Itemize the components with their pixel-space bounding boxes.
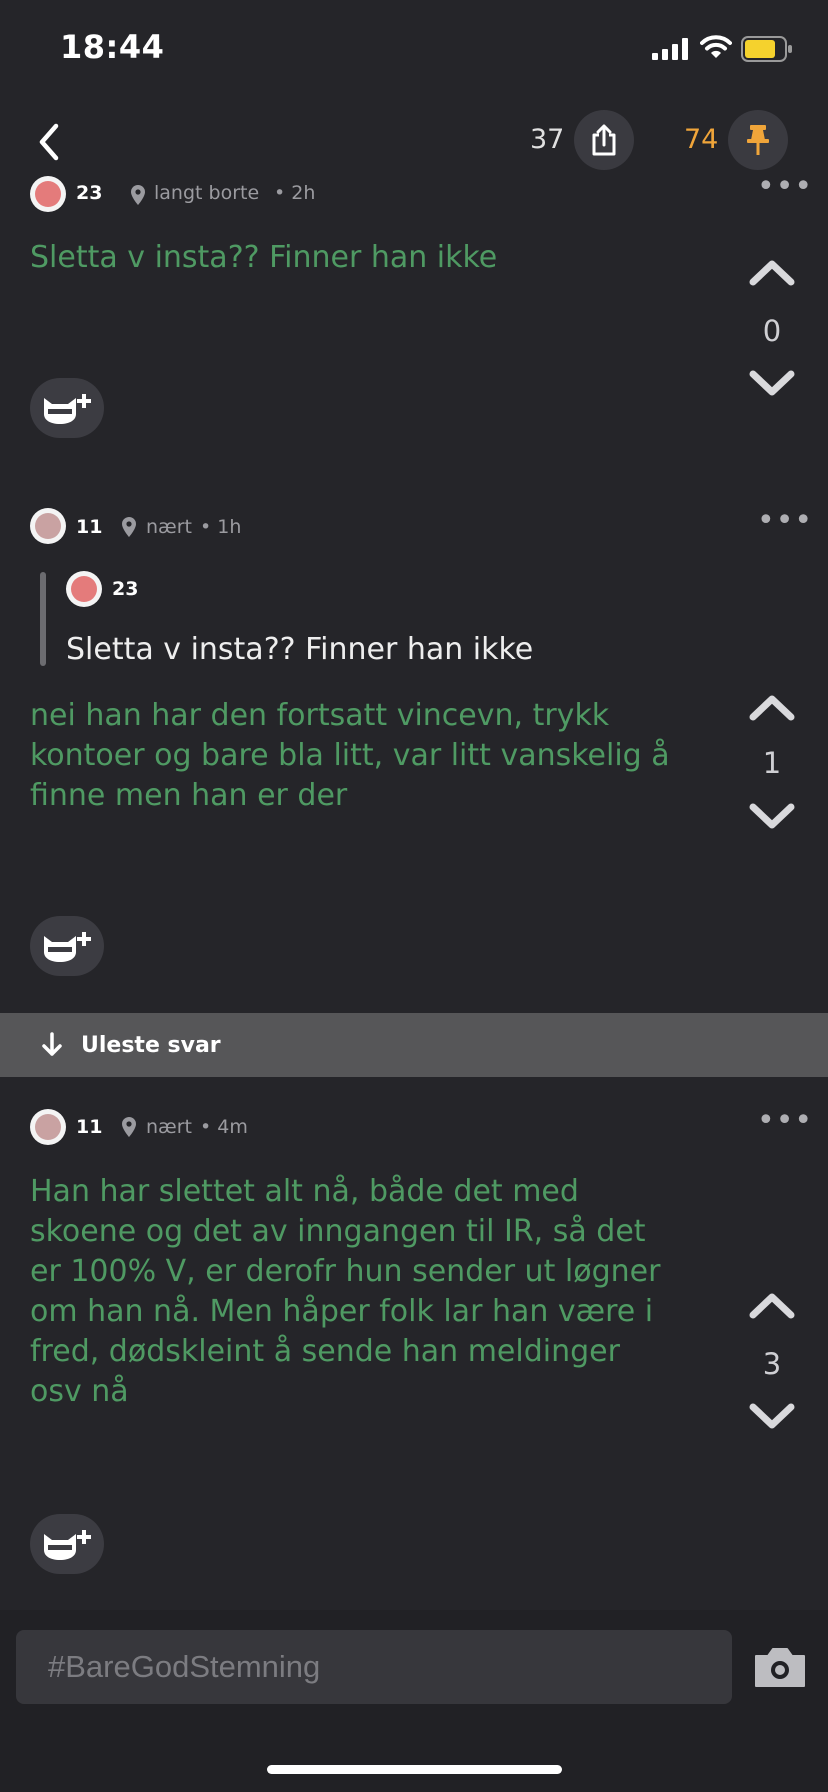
- pin-count: 74: [684, 124, 719, 155]
- post-age: • 2h: [274, 182, 316, 204]
- vote-count: 3: [762, 1347, 782, 1381]
- add-reaction-button[interactable]: [30, 916, 104, 976]
- post-age: • 1h: [200, 516, 242, 538]
- downvote-icon[interactable]: [748, 1402, 796, 1432]
- avatar: [30, 508, 66, 544]
- post-location: nært: [146, 1116, 192, 1138]
- pin-button[interactable]: [728, 110, 788, 170]
- add-reaction-button[interactable]: [30, 378, 104, 438]
- unread-replies-bar[interactable]: Uleste svar: [0, 1013, 828, 1077]
- post-location: nært: [146, 516, 192, 538]
- add-reaction-button[interactable]: [30, 1514, 104, 1574]
- post-age: • 4m: [200, 1116, 248, 1138]
- post-text: Han har slettet alt nå, både det med sko…: [30, 1174, 661, 1409]
- wifi-icon: [700, 35, 732, 58]
- post-user-number: 11: [76, 516, 103, 538]
- vote-count: 0: [762, 314, 782, 348]
- back-icon[interactable]: [36, 122, 62, 162]
- cat-avatar-icon: [35, 513, 61, 539]
- reply-input[interactable]: [46, 1648, 710, 1686]
- quoted-text: Sletta v insta?? Finner han ikke: [66, 632, 534, 667]
- unread-replies-label: Uleste svar: [81, 1032, 221, 1058]
- downvote-icon[interactable]: [748, 802, 796, 832]
- battery-icon: [741, 36, 792, 62]
- post-location: langt borte: [154, 182, 260, 204]
- signal-icon: [652, 38, 688, 60]
- share-icon: [592, 124, 616, 156]
- cat-plus-icon: [44, 1530, 91, 1560]
- more-options-icon[interactable]: •••: [757, 172, 813, 202]
- more-options-icon[interactable]: •••: [757, 506, 813, 536]
- cat-avatar-icon: [35, 1114, 61, 1140]
- post-text: Sletta v insta?? Finner han ikke: [30, 240, 498, 275]
- location-pin-icon: [131, 185, 145, 205]
- avatar: [66, 571, 102, 607]
- arrow-down-icon: [42, 1032, 62, 1056]
- avatar: [30, 176, 66, 212]
- quote-bar: [40, 572, 46, 666]
- downvote-icon[interactable]: [748, 369, 796, 399]
- post-text: nei han har den fortsatt vincevn, trykk …: [30, 698, 670, 813]
- reply-input-box[interactable]: [16, 1630, 732, 1704]
- status-time: 18:44: [60, 28, 165, 66]
- camera-icon[interactable]: [752, 1644, 808, 1690]
- upvote-icon[interactable]: [748, 1290, 796, 1320]
- more-options-icon[interactable]: •••: [757, 1106, 813, 1136]
- upvote-icon[interactable]: [748, 692, 796, 722]
- home-indicator: [267, 1765, 562, 1774]
- share-button[interactable]: [574, 110, 634, 170]
- upvote-icon[interactable]: [748, 257, 796, 287]
- quote-user-number: 23: [112, 578, 139, 600]
- post-user-number: 23: [76, 182, 103, 204]
- vote-count: 1: [762, 746, 782, 780]
- cat-plus-icon: [44, 394, 91, 424]
- cat-avatar-icon: [35, 181, 61, 207]
- location-pin-icon: [122, 1117, 136, 1137]
- pin-icon: [747, 125, 769, 155]
- location-pin-icon: [122, 517, 136, 537]
- post-user-number: 11: [76, 1116, 103, 1138]
- cat-avatar-icon: [71, 576, 97, 602]
- avatar: [30, 1109, 66, 1145]
- cat-plus-icon: [44, 932, 91, 962]
- share-count: 37: [530, 124, 565, 155]
